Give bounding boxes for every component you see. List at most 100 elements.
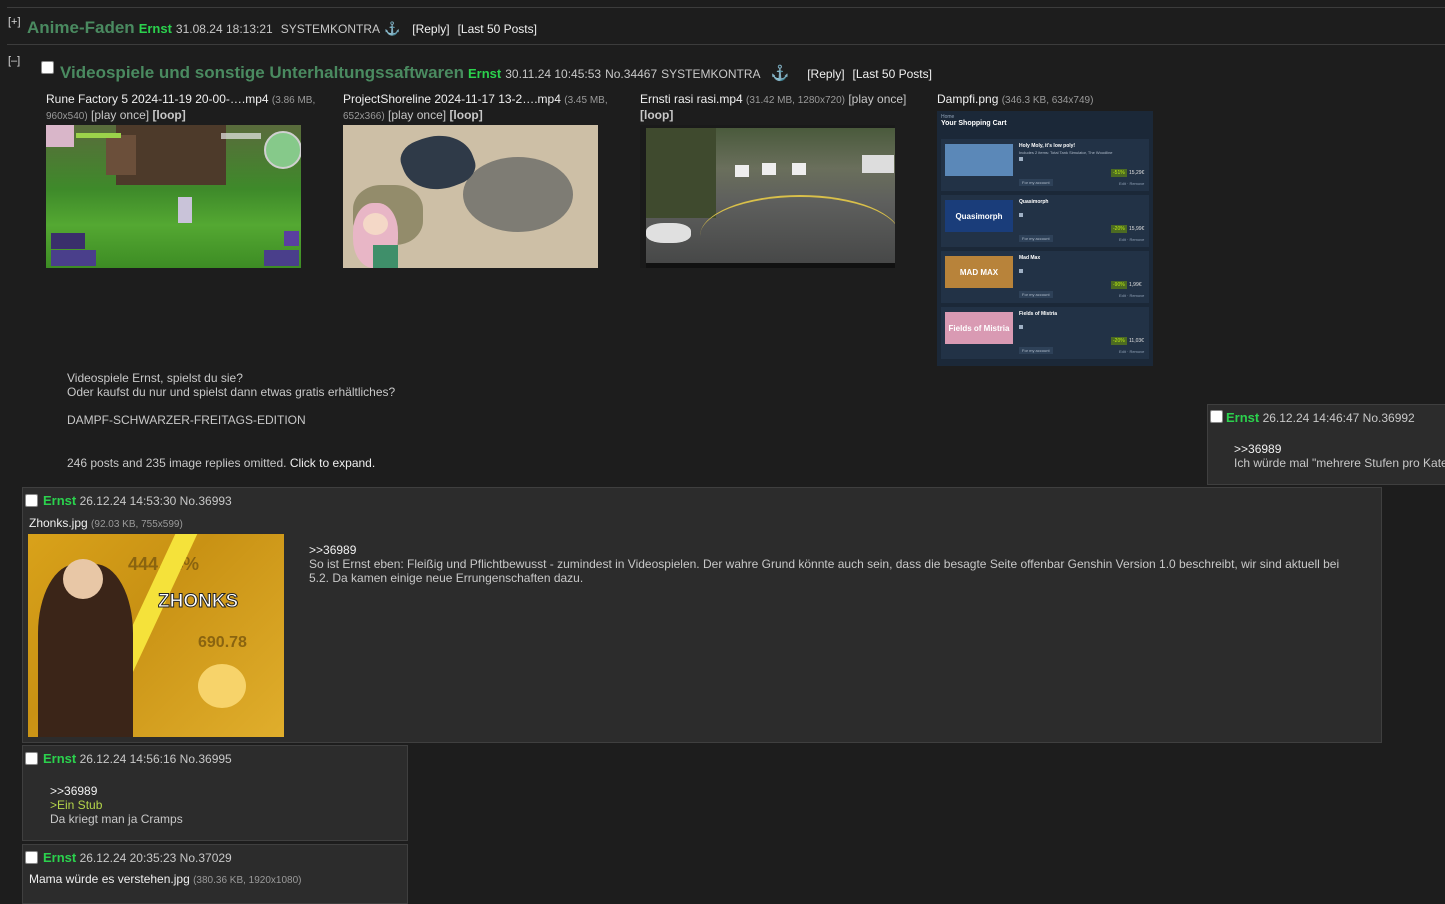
reply-link[interactable]: [Reply] xyxy=(807,67,844,81)
expand-thread-toggle[interactable]: [+] xyxy=(8,16,21,28)
post-line: Videospiele Ernst, spielst du sie? xyxy=(67,371,243,385)
post-body: Videospiele Ernst, spielst du sie? Oder … xyxy=(67,371,395,427)
divider xyxy=(7,44,1445,45)
thread-header: Videospiele und sonstige Unterhaltungssa… xyxy=(60,63,932,83)
post-checkbox[interactable] xyxy=(1210,410,1223,423)
last-50-link[interactable]: [Last 50 Posts] xyxy=(853,67,932,81)
cart-account-select[interactable]: For my account xyxy=(1019,347,1053,354)
windows-icon xyxy=(1019,157,1023,161)
thread-title[interactable]: Anime-Faden xyxy=(27,18,135,38)
post-text: Ich würde mal "mehrere Stufen pro Kate xyxy=(1234,456,1445,470)
file-info: Dampfi.png (346.3 KB, 634x749) xyxy=(937,92,1093,108)
post-meta[interactable]: 26.12.24 14:56:16 No.36995 xyxy=(80,752,232,766)
hud-icons xyxy=(284,231,299,246)
omitted-notice: 246 posts and 235 image replies omitted.… xyxy=(67,456,375,470)
video-thumbnail[interactable] xyxy=(46,125,301,268)
poster-name: Ernst xyxy=(43,850,77,865)
post-meta[interactable]: 26.12.24 14:46:47 No.36992 xyxy=(1263,411,1415,425)
poster-name: Ernst xyxy=(138,21,172,36)
post-meta[interactable]: 26.12.24 14:53:30 No.36993 xyxy=(80,494,232,508)
post-text: Da kriegt man ja Cramps xyxy=(50,812,183,826)
banner xyxy=(862,155,894,173)
video-thumbnail[interactable] xyxy=(640,125,895,268)
play-once-link[interactable]: [play once] xyxy=(848,92,906,106)
post-checkbox[interactable] xyxy=(41,61,54,74)
hud-icons xyxy=(264,250,299,266)
image-thumbnail[interactable]: 444.44% 690.78 ZHONKS xyxy=(28,534,284,737)
thread-title[interactable]: Videospiele und sonstige Unterhaltungssa… xyxy=(60,63,464,83)
post-number[interactable]: No.34467 xyxy=(605,67,657,81)
file-info: ProjectShoreline 2024-11-17 13-2….mp4 (3… xyxy=(343,92,623,124)
road-sign xyxy=(762,163,776,175)
quote-link[interactable]: >>36989 xyxy=(309,543,1359,557)
file-info: Ernsti rasi rasi.mp4 (31.42 MB, 1280x720… xyxy=(640,92,920,122)
quote-link[interactable]: >>36989 xyxy=(1234,442,1445,456)
video-thumbnail[interactable] xyxy=(343,125,598,268)
post-text: So ist Ernst eben: Fleißig und Pflichtbe… xyxy=(309,557,1340,585)
file-name[interactable]: Zhonks.jpg xyxy=(29,516,88,530)
cart-item-price: 11,03€ xyxy=(1129,338,1144,344)
poster-name: Ernst xyxy=(43,493,77,508)
reply-post: Ernst 26.12.24 14:46:47 No.36992 >>36989… xyxy=(1207,404,1445,485)
cart-account-select[interactable]: For my account xyxy=(1019,291,1053,298)
geo-crystal xyxy=(198,664,246,708)
divider xyxy=(7,7,1445,8)
remove-link[interactable]: Edit · Remove xyxy=(1119,293,1144,298)
post-body: >>36989 >Ein Stub Da kriegt man ja Cramp… xyxy=(50,784,183,826)
post-checkbox[interactable] xyxy=(25,752,38,765)
character xyxy=(373,245,398,268)
last-50-link[interactable]: [Last 50 Posts] xyxy=(458,22,537,36)
anchor-icon[interactable]: ⚓ xyxy=(384,21,400,37)
background-numbers: 690.78 xyxy=(198,634,247,651)
anchor-icon[interactable]: ⚓ xyxy=(771,64,790,82)
cart-account-select[interactable]: For my account xyxy=(1019,235,1053,242)
cart-item-thumb-text: Fields of Mistria xyxy=(948,323,1010,333)
cart-item-name: Holy Moly, it's low poly! xyxy=(1019,143,1076,149)
hp-bar xyxy=(76,133,121,138)
post-checkbox[interactable] xyxy=(25,494,38,507)
post-meta[interactable]: 26.12.24 20:35:23 No.37029 xyxy=(80,851,232,865)
character xyxy=(63,559,103,599)
expand-link[interactable]: Click to expand. xyxy=(290,456,375,470)
file-size: (3.45 MB, xyxy=(564,95,608,106)
file-name[interactable]: Mama würde es verstehen.jpg xyxy=(29,872,190,886)
building-shape xyxy=(106,135,136,175)
file-info: Mama würde es verstehen.jpg (380.36 KB, … xyxy=(29,872,302,886)
cart-item-thumbnail: Fields of Mistria xyxy=(945,312,1013,344)
windows-icon xyxy=(1019,213,1023,217)
remove-link[interactable]: Edit · Remove xyxy=(1119,349,1144,354)
loop-link[interactable]: [loop] xyxy=(640,108,673,122)
omitted-text: 246 posts and 235 image replies omitted. xyxy=(67,456,287,470)
play-once-link[interactable]: [play once] xyxy=(91,108,149,122)
post-body: >>36989 Ich würde mal "mehrere Stufen pr… xyxy=(1234,442,1445,470)
file-size: (92.03 KB, 755x599) xyxy=(91,519,183,530)
remove-link[interactable]: Edit · Remove xyxy=(1119,237,1144,242)
cart-item: Holy Moly, it's low poly! Includes 2 item… xyxy=(941,139,1149,191)
poster-name: Ernst xyxy=(43,751,77,766)
file-name[interactable]: Ernsti rasi rasi.mp4 xyxy=(640,92,743,106)
post-checkbox[interactable] xyxy=(25,851,38,864)
remove-link[interactable]: Edit · Remove xyxy=(1119,181,1144,186)
post-header: Ernst 26.12.24 20:35:23 No.37029 xyxy=(43,850,232,865)
file-name[interactable]: ProjectShoreline 2024-11-17 13-2….mp4 xyxy=(343,92,561,106)
character xyxy=(363,213,388,235)
cart-title: Your Shopping Cart xyxy=(941,120,1007,127)
reply-link[interactable]: [Reply] xyxy=(412,22,449,36)
discount-badge: -20% xyxy=(1111,337,1127,345)
loop-link[interactable]: [loop] xyxy=(152,108,185,122)
file-name[interactable]: Dampfi.png xyxy=(937,92,998,106)
post-body: >>36989 So ist Ernst eben: Fleißig und P… xyxy=(309,543,1359,585)
reply-post: Ernst 26.12.24 20:35:23 No.37029 Mama wü… xyxy=(22,844,408,904)
poster-name: Ernst xyxy=(1226,410,1260,425)
cart-item-thumbnail: Quasimorph xyxy=(945,200,1013,232)
quote-link[interactable]: >>36989 xyxy=(50,784,183,798)
play-once-link[interactable]: [play once] xyxy=(388,108,446,122)
collapse-thread-toggle[interactable]: [–] xyxy=(8,55,20,67)
post-line: Oder kaufst du nur und spielst dann etwa… xyxy=(67,385,396,399)
file-name[interactable]: Rune Factory 5 2024-11-19 20-00-….mp4 xyxy=(46,92,269,106)
post-line: DAMPF-SCHWARZER-FREITAGS-EDITION xyxy=(67,413,306,427)
minimap xyxy=(264,131,301,169)
image-thumbnail[interactable]: Home Your Shopping Cart Holy Moly, it's … xyxy=(937,111,1153,366)
cart-account-select[interactable]: For my account xyxy=(1019,179,1053,186)
loop-link[interactable]: [loop] xyxy=(449,108,482,122)
